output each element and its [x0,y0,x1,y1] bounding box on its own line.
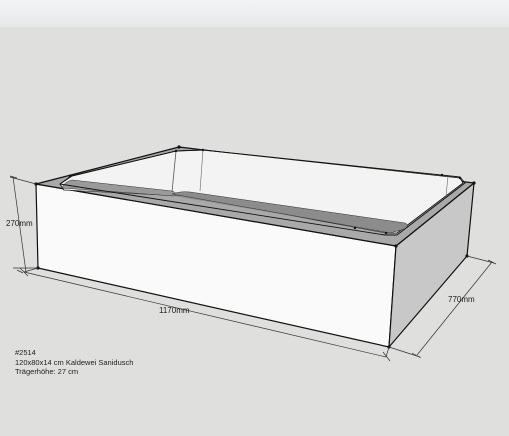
article-number: #2514 [15,348,36,357]
dimension-length-label: 1170mm [159,306,190,315]
dimension-depth-label: 770mm [448,295,475,304]
dimension-height-label: 270mm [6,219,33,228]
product-info: #2514 120x80x14 cm Kaldewei Sanidusch Tr… [15,348,133,377]
carrier-height: Trägerhöhe: 27 cm [15,367,79,376]
product-name: 120x80x14 cm Kaldewei Sanidusch [15,357,134,367]
